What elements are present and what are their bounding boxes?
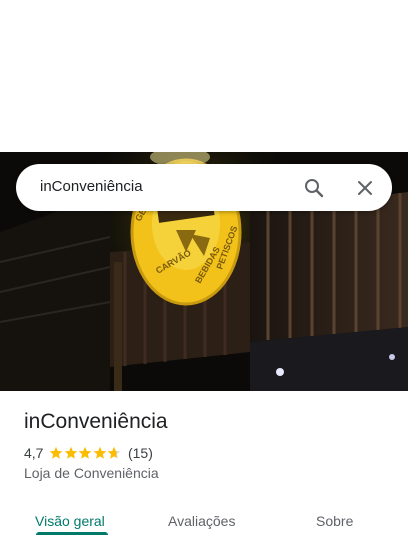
close-icon[interactable]	[353, 176, 377, 200]
star-icon	[93, 446, 107, 459]
tab-overview[interactable]: Visão geral	[35, 513, 105, 529]
place-tabs: Visão geral Avaliações Sobre	[0, 499, 408, 544]
place-info-panel: inConveniência 4,7 (15) Loja de Conveniê…	[0, 391, 408, 544]
star-rating	[49, 446, 122, 460]
star-icon	[50, 446, 63, 459]
search-input[interactable]: inConveniência	[40, 178, 143, 195]
review-count[interactable]: (15)	[128, 445, 153, 461]
star-icon	[79, 446, 92, 459]
star-icon	[108, 446, 121, 459]
search-icon[interactable]	[302, 176, 326, 200]
star-icon	[64, 446, 78, 459]
rating-row[interactable]: 4,7 (15)	[24, 444, 153, 462]
top-blank-area	[0, 0, 408, 152]
place-category: Loja de Conveniência	[24, 465, 159, 481]
place-name: inConveniência	[24, 410, 168, 433]
tab-about[interactable]: Sobre	[316, 513, 353, 529]
active-tab-indicator	[36, 532, 108, 535]
search-bar[interactable]: inConveniência	[16, 164, 392, 211]
tab-reviews[interactable]: Avaliações	[168, 513, 235, 529]
rating-value: 4,7	[24, 445, 44, 461]
